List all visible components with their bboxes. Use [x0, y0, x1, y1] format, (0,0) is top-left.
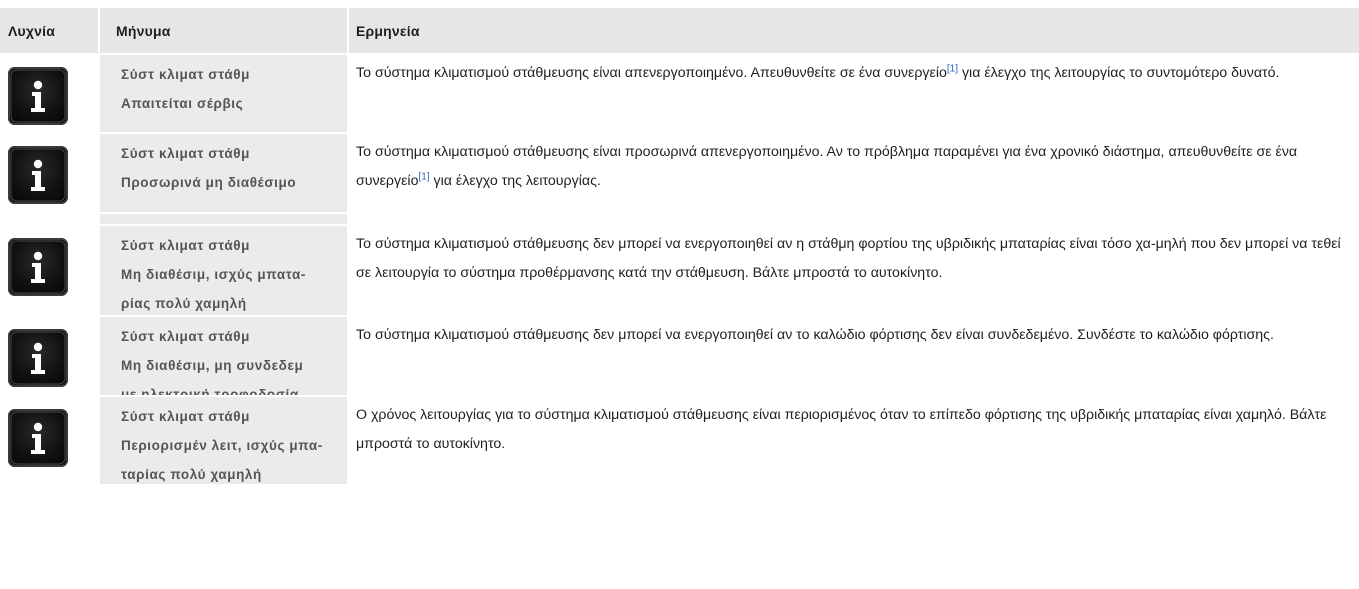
explanation-text-part: για έλεγχο της λειτουργίας.	[429, 173, 601, 189]
message-table: Λυχνία Μήνυμα Ερμηνεία Σύστ κλιματ στάθμ…	[0, 8, 1359, 484]
explanation-text: Το σύστημα κλιματισμού στάθμευσης είναι …	[356, 59, 1356, 88]
lamp-cell	[0, 395, 98, 484]
lamp-cell	[0, 224, 98, 315]
message-line: Απαιτείται σέρβις	[121, 96, 244, 111]
footnote-link[interactable]: [1]	[947, 63, 958, 74]
lamp-cell	[0, 53, 98, 132]
explanation-cell: Το σύστημα κλιματισμού στάθμευσης είναι …	[349, 132, 1359, 212]
explanation-text-part: Ο χρόνος λειτουργίας για το σύστημα κλιμ…	[356, 407, 1327, 452]
explanation-text-part: για έλεγχο της λειτουργίας το συντομότερ…	[958, 65, 1280, 81]
info-icon-glyph	[10, 411, 66, 465]
explanation-text: Το σύστημα κλιματισμού στάθμευσης είναι …	[356, 138, 1356, 196]
header-message: Μήνυμα	[100, 8, 347, 53]
explanation-text-part: Το σύστημα κλιματισμού στάθμευσης δεν μπ…	[356, 327, 1274, 343]
explanation-cell: Ο χρόνος λειτουργίας για το σύστημα κλιμ…	[349, 395, 1359, 484]
message-cell: Σύστ κλιματ στάθμ Περιορισμέν λειτ, ισχύς…	[100, 395, 347, 484]
spacer-cell	[349, 212, 1359, 224]
explanation-text-part: Το σύστημα κλιματισμού στάθμευσης δεν μπ…	[356, 236, 1341, 281]
info-icon	[8, 409, 68, 467]
explanation-cell: Το σύστημα κλιματισμού στάθμευσης είναι …	[349, 53, 1359, 132]
message-line: ρίας πολύ χαμηλή	[121, 296, 247, 311]
message-line: Σύστ κλιματ στάθμ	[121, 238, 251, 253]
info-icon	[8, 238, 68, 296]
footnote-link[interactable]: [1]	[418, 171, 429, 182]
explanation-text: Το σύστημα κλιματισμού στάθμευσης δεν μπ…	[356, 230, 1356, 288]
lamp-cell	[0, 315, 98, 395]
header-explanation: Ερμηνεία	[349, 8, 1359, 53]
explanation-text: Το σύστημα κλιματισμού στάθμευσης δεν μπ…	[356, 321, 1356, 350]
info-icon-glyph	[10, 69, 66, 123]
lamp-cell	[0, 132, 98, 212]
header-lamp: Λυχνία	[0, 8, 98, 53]
explanation-text: Ο χρόνος λειτουργίας για το σύστημα κλιμ…	[356, 401, 1356, 459]
spacer-cell	[0, 212, 98, 224]
message-cell: Σύστ κλιματ στάθμ Μη διαθέσιμ, ισχύς μπατ…	[100, 224, 347, 315]
explanation-text-part: Το σύστημα κλιματισμού στάθμευσης είναι …	[356, 65, 947, 81]
message-line: ταρίας πολύ χαμηλή	[121, 467, 262, 482]
info-icon-glyph	[10, 331, 66, 385]
message-line: Σύστ κλιματ στάθμ	[121, 329, 251, 344]
message-cell: Σύστ κλιματ στάθμ Μη διαθέσιμ, μη συνδεδε…	[100, 315, 347, 402]
message-line: Σύστ κλιματ στάθμ	[121, 409, 251, 424]
message-cell: Σύστ κλιματ στάθμ Απαιτείται σέρβις	[100, 53, 347, 132]
message-line: Σύστ κλιματ στάθμ	[121, 146, 251, 161]
message-line: Μη διαθέσιμ, ισχύς μπατα-	[121, 267, 306, 282]
page: Λυχνία Μήνυμα Ερμηνεία Σύστ κλιματ στάθμ…	[0, 0, 1359, 589]
message-line: Περιορισμέν λειτ, ισχύς μπα-	[121, 438, 323, 453]
info-icon	[8, 329, 68, 387]
info-icon-glyph	[10, 148, 66, 202]
message-line: Μη διαθέσιμ, μη συνδεδεμ	[121, 358, 304, 373]
info-icon-glyph	[10, 240, 66, 294]
info-icon	[8, 146, 68, 204]
explanation-cell: Το σύστημα κλιματισμού στάθμευσης δεν μπ…	[349, 224, 1359, 315]
spacer-cell	[100, 212, 347, 224]
message-line: Προσωρινά μη διαθέσιμο	[121, 175, 297, 190]
explanation-cell: Το σύστημα κλιματισμού στάθμευσης δεν μπ…	[349, 315, 1359, 395]
message-cell: Σύστ κλιματ στάθμ Προσωρινά μη διαθέσιμο	[100, 132, 347, 212]
info-icon	[8, 67, 68, 125]
message-line: Σύστ κλιματ στάθμ	[121, 67, 251, 82]
